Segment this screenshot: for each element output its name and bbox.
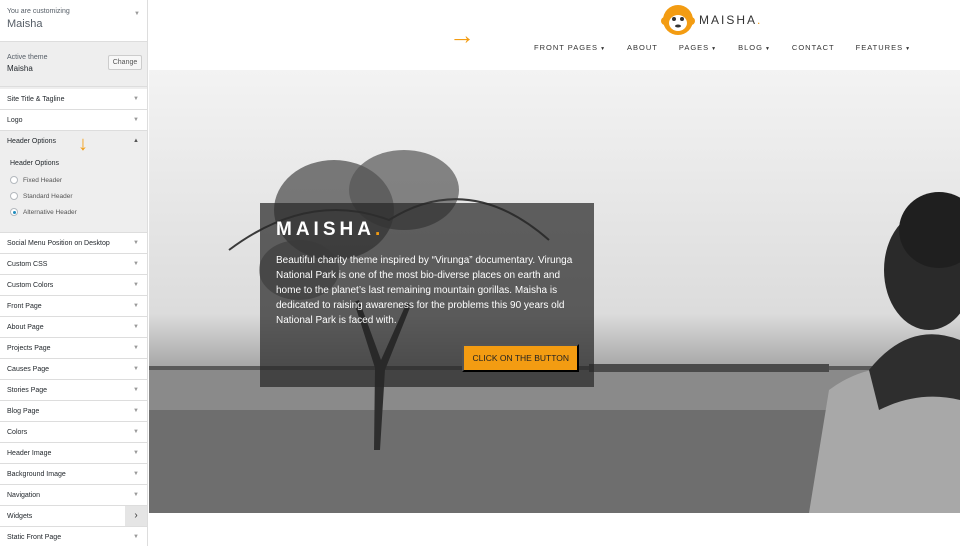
section-stories-page[interactable]: Stories Page ▼ bbox=[0, 380, 147, 401]
caret-down-icon: ▼ bbox=[133, 303, 139, 309]
section-custom-css[interactable]: Custom CSS ▼ bbox=[0, 254, 147, 275]
header-options-title: Header Options bbox=[10, 160, 60, 167]
radio-label: Standard Header bbox=[23, 192, 73, 200]
section-background-image[interactable]: Background Image ▼ bbox=[0, 464, 147, 485]
nav-features[interactable]: FEATURES ▼ bbox=[856, 43, 911, 52]
nav-about[interactable]: ABOUT bbox=[627, 43, 658, 52]
caret-down-icon: ▼ bbox=[711, 46, 718, 52]
section-label: Logo bbox=[7, 117, 23, 124]
section-label: Background Image bbox=[7, 471, 66, 478]
section-label: Front Page bbox=[7, 303, 42, 310]
section-label: Widgets bbox=[7, 513, 33, 520]
section-logo[interactable]: Logo ▼ bbox=[0, 110, 147, 131]
caret-down-icon: ▼ bbox=[133, 387, 139, 393]
radio-button[interactable] bbox=[10, 192, 18, 200]
section-colors[interactable]: Colors ▼ bbox=[0, 422, 147, 443]
section-static-front-page[interactable]: Static Front Page ▼ bbox=[0, 527, 147, 546]
active-theme-box: Active theme Maisha Change bbox=[0, 42, 147, 87]
change-theme-button[interactable]: Change bbox=[108, 55, 142, 70]
radio-label: Fixed Header bbox=[23, 176, 63, 184]
section-social-menu[interactable]: Social Menu Position on Desktop ▼ bbox=[0, 233, 147, 254]
section-label: Header Options bbox=[7, 138, 57, 145]
section-label: Custom Colors bbox=[7, 282, 54, 289]
caret-down-icon: ▼ bbox=[133, 450, 139, 456]
monkey-logo-icon bbox=[661, 5, 695, 35]
section-label: About Page bbox=[7, 324, 44, 331]
hero-overlay-box: MAISHA. Beautiful charity theme inspired… bbox=[260, 203, 594, 387]
hero-title: MAISHA. bbox=[276, 219, 385, 240]
caret-down-icon: ▼ bbox=[133, 117, 139, 123]
section-label: Colors bbox=[7, 429, 28, 436]
caret-down-icon: ▼ bbox=[764, 46, 771, 52]
caret-down-icon: ▼ bbox=[905, 46, 912, 52]
section-label: Projects Page bbox=[7, 345, 51, 352]
section-label: Navigation bbox=[7, 492, 41, 499]
section-label: Stories Page bbox=[7, 387, 48, 394]
caret-down-icon: ▼ bbox=[133, 240, 139, 246]
chevron-right-icon[interactable]: › bbox=[125, 506, 147, 526]
caret-down-icon: ▼ bbox=[133, 366, 139, 372]
nav-contact[interactable]: CONTACT bbox=[792, 43, 835, 52]
site-header: → MAISHA. FRONT PAGES ▼ ABOUT PAGES ▼ BLOG… bbox=[149, 0, 960, 70]
section-custom-colors[interactable]: Custom Colors ▼ bbox=[0, 275, 147, 296]
main-nav: FRONT PAGES ▼ ABOUT PAGES ▼ BLOG ▼ CONTACT … bbox=[534, 43, 932, 52]
radio-label: Alternative Header bbox=[23, 208, 77, 216]
nav-pages[interactable]: PAGES ▼ bbox=[679, 43, 717, 52]
radio-alternative-header[interactable]: Alternative Header bbox=[10, 204, 137, 220]
hero-cta-button[interactable]: CLICK ON THE BUTTON bbox=[462, 344, 579, 372]
page-content-start bbox=[149, 513, 960, 546]
section-label: Social Menu Position on Desktop bbox=[7, 240, 110, 247]
section-projects-page[interactable]: Projects Page ▼ bbox=[0, 338, 147, 359]
customizer-sidebar: You are customizing Maisha ▼ Active them… bbox=[0, 0, 148, 546]
caret-down-icon[interactable]: ▼ bbox=[134, 11, 140, 17]
section-label: Blog Page bbox=[7, 408, 40, 415]
caret-down-icon: ▼ bbox=[133, 324, 139, 330]
radio-fixed-header[interactable]: Fixed Header bbox=[10, 172, 137, 188]
caret-down-icon: ▼ bbox=[133, 492, 139, 498]
caret-down-icon: ▼ bbox=[133, 429, 139, 435]
section-front-page[interactable]: Front Page ▼ bbox=[0, 296, 147, 317]
caret-down-icon: ▼ bbox=[133, 408, 139, 414]
radio-button[interactable] bbox=[10, 176, 18, 184]
caret-down-icon: ▼ bbox=[600, 46, 607, 52]
section-navigation[interactable]: Navigation ▼ bbox=[0, 485, 147, 506]
arrow-right-icon: → bbox=[449, 20, 475, 50]
site-logo[interactable]: MAISHA. bbox=[661, 4, 762, 36]
section-widgets[interactable]: Widgets › bbox=[0, 506, 147, 527]
section-label: Causes Page bbox=[7, 366, 50, 373]
caret-down-icon: ▼ bbox=[133, 534, 139, 540]
section-header-options[interactable]: Header Options ▲ bbox=[0, 131, 147, 152]
customizing-info: You are customizing Maisha ▼ bbox=[0, 0, 147, 42]
hero-description: Beautiful charity theme inspired by “Vir… bbox=[276, 255, 573, 326]
logo-text: MAISHA. bbox=[699, 13, 763, 27]
caret-down-icon: ▼ bbox=[133, 345, 139, 351]
section-site-title[interactable]: Site Title & Tagline ▼ bbox=[0, 89, 147, 110]
section-about-page[interactable]: About Page ▼ bbox=[0, 317, 147, 338]
caret-down-icon: ▼ bbox=[133, 471, 139, 477]
section-header-image[interactable]: Header Image ▼ bbox=[0, 443, 147, 464]
nav-front-pages[interactable]: FRONT PAGES ▼ bbox=[534, 43, 606, 52]
radio-standard-header[interactable]: Standard Header bbox=[10, 188, 137, 204]
caret-down-icon: ▼ bbox=[133, 261, 139, 267]
nav-blog[interactable]: BLOG ▼ bbox=[738, 43, 771, 52]
hero-banner: MAISHA. Beautiful charity theme inspired… bbox=[149, 70, 960, 513]
section-label: Static Front Page bbox=[7, 534, 62, 541]
caret-up-icon: ▲ bbox=[133, 138, 139, 144]
section-blog-page[interactable]: Blog Page ▼ bbox=[0, 401, 147, 422]
header-options-panel: Header Options Fixed Header Standard Hea… bbox=[0, 152, 147, 233]
customizing-label: You are customizing bbox=[7, 8, 70, 15]
arrow-down-icon: ↓ bbox=[78, 133, 88, 155]
caret-down-icon: ▼ bbox=[133, 282, 139, 288]
section-label: Header Image bbox=[7, 450, 52, 457]
section-label: Site Title & Tagline bbox=[7, 96, 65, 103]
section-label: Custom CSS bbox=[7, 261, 48, 268]
caret-down-icon: ▼ bbox=[133, 96, 139, 102]
radio-button-checked[interactable] bbox=[10, 208, 18, 216]
customizing-site-name: Maisha bbox=[7, 18, 43, 30]
section-causes-page[interactable]: Causes Page ▼ bbox=[0, 359, 147, 380]
site-preview: → MAISHA. FRONT PAGES ▼ ABOUT PAGES ▼ BLOG… bbox=[149, 0, 960, 546]
